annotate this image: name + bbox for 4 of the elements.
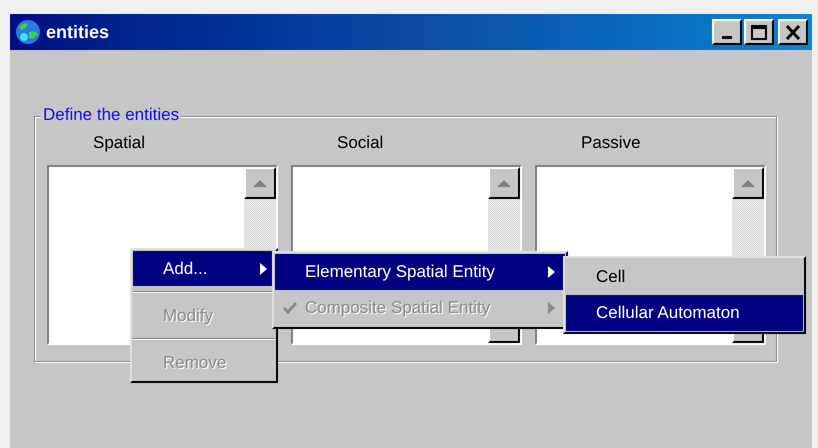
- list-header: Spatial: [93, 133, 145, 153]
- list-header: Passive: [581, 133, 641, 153]
- list-header: Social: [337, 133, 384, 153]
- window-title: entities: [46, 20, 110, 44]
